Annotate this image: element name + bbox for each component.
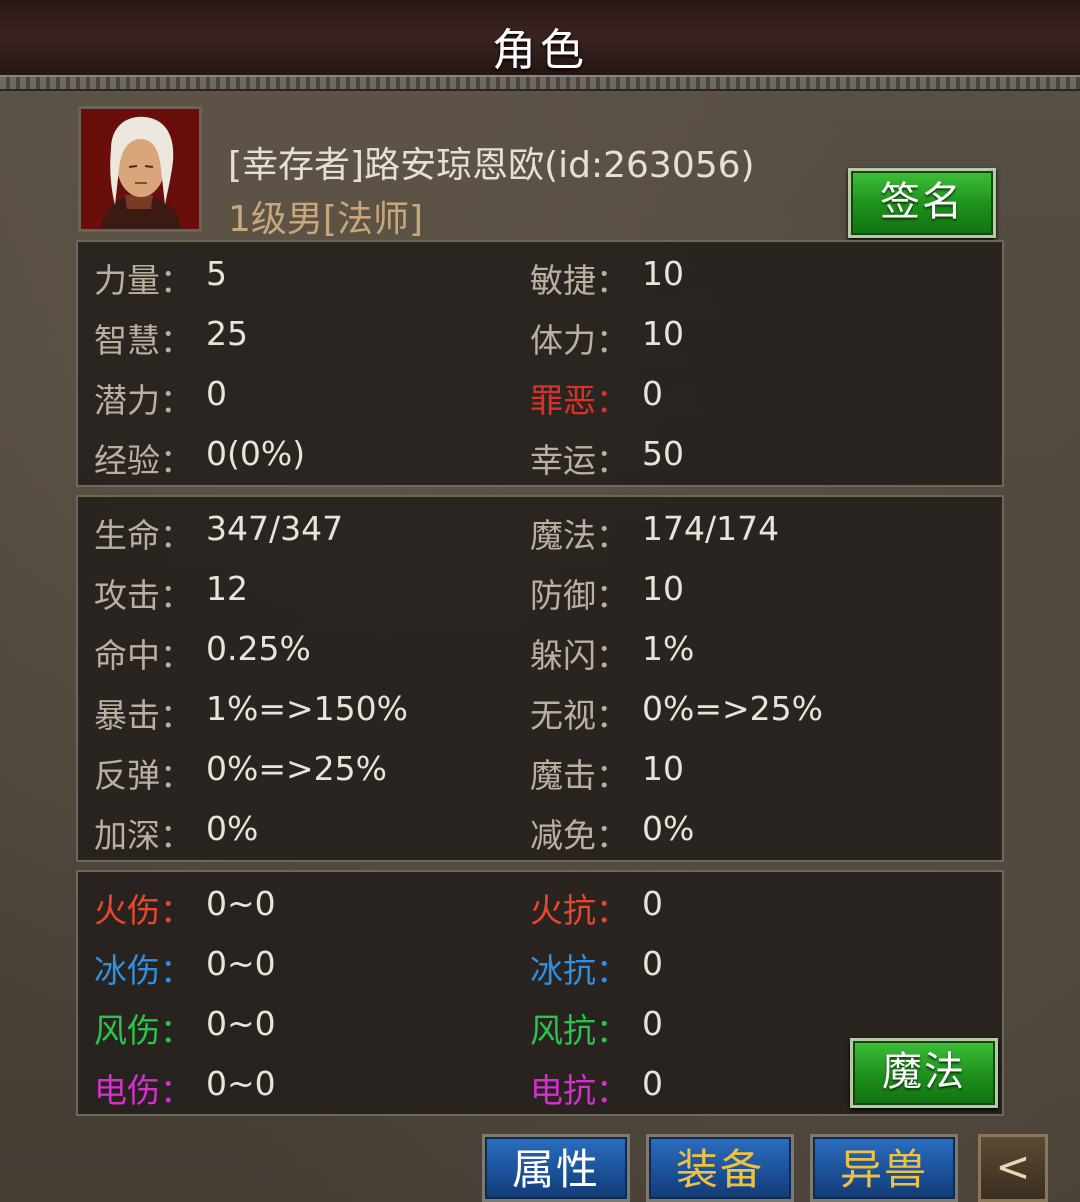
stat-value: 0 — [642, 1064, 663, 1103]
stat-label: 力量： — [94, 261, 193, 300]
stat-label: 幸运： — [530, 441, 629, 480]
stat-value: 0~0 — [206, 884, 276, 923]
stat-value: 0~0 — [206, 944, 276, 983]
stat-label: 风伤： — [94, 1011, 193, 1050]
stat-value: 347/347 — [206, 509, 344, 548]
stat-label: 魔法： — [530, 516, 629, 555]
tab-equipment[interactable]: 装备 — [646, 1134, 794, 1202]
stat-value: 10 — [642, 314, 684, 353]
chevron-left-icon: < — [995, 1142, 1031, 1191]
stat-label: 命中： — [94, 636, 193, 675]
stat-value: 0 — [642, 884, 663, 923]
stat-value: 174/174 — [642, 509, 780, 548]
stat-value: 50 — [642, 434, 684, 473]
stat-value: 0(0%) — [206, 434, 306, 473]
stat-label: 电抗： — [530, 1071, 629, 1110]
stat-value: 12 — [206, 569, 248, 608]
stat-value: 0 — [206, 374, 227, 413]
base-stats-panel: 力量： 5 敏捷： 10 智慧： 25 体力： 10 潜力： 0 罪恶： 0 经验： 0(0%) 幸运： 50 — [76, 240, 1004, 487]
stat-row: 冰伤： 0~0 冰抗： 0 — [78, 934, 1006, 994]
stat-row: 风伤： 0~0 风抗： 0 — [78, 994, 1006, 1054]
stat-label: 加深： — [94, 816, 193, 855]
stat-value: 0% — [642, 809, 695, 848]
stat-value: 10 — [642, 254, 684, 293]
stat-row: 经验： 0(0%) 幸运： 50 — [78, 424, 1006, 484]
stat-value: 0%=>25% — [206, 749, 388, 788]
element-stats-panel: 魔法 火伤： 0~0 火抗： 0 冰伤： 0~0 冰抗： 0 风伤： 0~0 风抗： 0 电伤： 0~0 电… — [76, 870, 1004, 1116]
stat-label: 冰抗： — [530, 951, 629, 990]
stat-value: 0~0 — [206, 1004, 276, 1043]
stat-value: 0% — [206, 809, 259, 848]
stat-value: 0~0 — [206, 1064, 276, 1103]
stat-label: 智慧： — [94, 321, 193, 360]
portrait-icon — [81, 109, 199, 229]
stat-row: 潜力： 0 罪恶： 0 — [78, 364, 1006, 424]
stat-value: 25 — [206, 314, 248, 353]
stat-label: 潜力： — [94, 381, 193, 420]
tab-attributes-label: 属性 — [511, 1145, 600, 1194]
stat-label: 体力： — [530, 321, 629, 360]
stat-label: 冰伤： — [94, 951, 193, 990]
stat-label: 躲闪： — [530, 636, 629, 675]
tab-equipment-label: 装备 — [675, 1145, 764, 1194]
stat-row: 力量： 5 敏捷： 10 — [78, 244, 1006, 304]
character-name: [幸存者]路安琼恩欧(id:263056) — [228, 145, 755, 186]
stat-value: 0 — [642, 944, 663, 983]
stat-value: 1% — [642, 629, 695, 668]
character-level-class: 1级男[法师] — [228, 199, 423, 240]
tab-beasts-label: 异兽 — [839, 1145, 928, 1194]
stat-label: 攻击： — [94, 576, 193, 615]
stat-label: 生命： — [94, 516, 193, 555]
tab-beasts[interactable]: 异兽 — [810, 1134, 958, 1202]
combat-stats-panel: 生命： 347/347 魔法： 174/174 攻击： 12 防御： 10 命中： 0.25% 躲闪… — [76, 495, 1004, 862]
stat-label: 火抗： — [530, 891, 629, 930]
stat-value: 0 — [642, 1004, 663, 1043]
stat-label: 魔击： — [530, 756, 629, 795]
stat-label: 罪恶： — [530, 381, 629, 420]
stat-value: 5 — [206, 254, 227, 293]
title-bar: 角色 — [0, 0, 1080, 91]
stat-row: 火伤： 0~0 火抗： 0 — [78, 874, 1006, 934]
stat-label: 风抗： — [530, 1011, 629, 1050]
back-button[interactable]: < — [978, 1134, 1048, 1202]
stat-value: 10 — [642, 569, 684, 608]
stat-row: 反弹： 0%=>25% 魔击： 10 — [78, 739, 1006, 799]
stat-label: 防御： — [530, 576, 629, 615]
stat-row: 加深： 0% 减免： 0% — [78, 799, 1006, 859]
stat-label: 减免： — [530, 816, 629, 855]
stat-row: 生命： 347/347 魔法： 174/174 — [78, 499, 1006, 559]
stat-label: 经验： — [94, 441, 193, 480]
stat-label: 无视： — [530, 696, 629, 735]
stat-row: 暴击： 1%=>150% 无视： 0%=>25% — [78, 679, 1006, 739]
stat-label: 电伤： — [94, 1071, 193, 1110]
stat-row: 命中： 0.25% 躲闪： 1% — [78, 619, 1006, 679]
stat-value: 0 — [642, 374, 663, 413]
stat-value: 0.25% — [206, 629, 311, 668]
stat-value: 0%=>25% — [642, 689, 824, 728]
stat-value: 10 — [642, 749, 684, 788]
stat-label: 火伤： — [94, 891, 193, 930]
sign-button[interactable]: 签名 — [848, 168, 996, 238]
stat-row: 智慧： 25 体力： 10 — [78, 304, 1006, 364]
stat-value: 1%=>150% — [206, 689, 408, 728]
stat-label: 反弹： — [94, 756, 193, 795]
stat-row: 攻击： 12 防御： 10 — [78, 559, 1006, 619]
stat-label: 暴击： — [94, 696, 193, 735]
stat-label: 敏捷： — [530, 261, 629, 300]
stat-row: 电伤： 0~0 电抗： 0 — [78, 1054, 1006, 1114]
character-avatar[interactable] — [78, 106, 202, 232]
window-title: 角色 — [492, 25, 588, 76]
tab-attributes[interactable]: 属性 — [482, 1134, 630, 1202]
